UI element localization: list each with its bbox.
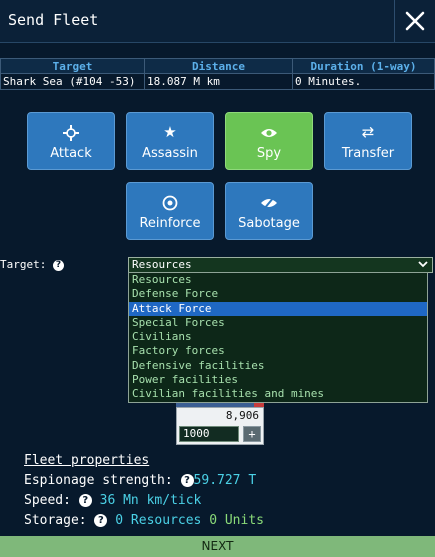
target-info-table: Target Distance Duration (1-way) Shark S… (0, 58, 435, 90)
dropdown-option[interactable]: Power facilities (129, 373, 427, 387)
transfer-label: Transfer (341, 146, 395, 161)
eye-icon (226, 121, 312, 143)
distance-cell: 18.087 M km (144, 73, 293, 90)
table-header-row: Target Distance Duration (1-way) (0, 58, 435, 74)
help-icon[interactable]: ? (180, 474, 194, 487)
target-select-label: Target: ? (0, 257, 64, 273)
storage-resources: 0 Resources (115, 513, 202, 528)
page-title: Send Fleet (8, 11, 99, 29)
attack-label: Attack (50, 146, 92, 161)
column-header-target: Target (0, 58, 145, 74)
speed-row: Speed: ? 36 Mn km/tick (24, 493, 201, 508)
duration-cell: 0 Minutes. (292, 73, 435, 90)
fleet-properties-title: Fleet properties (24, 453, 150, 468)
column-header-duration: Duration (1-way) (292, 58, 435, 74)
dropdown-option[interactable]: Civilian facilities and mines (129, 387, 427, 401)
dropdown-option[interactable]: Defensive facilities (129, 359, 427, 373)
reinforce-label: Reinforce (139, 216, 201, 231)
assassin-label: Assassin (142, 146, 198, 161)
storage-units: 0 Units (209, 513, 264, 528)
header-bar: Send Fleet (0, 0, 435, 43)
speed-label: Speed: (24, 493, 71, 508)
column-header-distance: Distance (144, 58, 293, 74)
spy-label: Spy (256, 146, 282, 161)
attack-button[interactable]: Attack (27, 112, 115, 170)
espionage-value: 59.727 T (193, 473, 257, 488)
close-icon (405, 11, 425, 31)
assassin-button[interactable]: ★ Assassin (126, 112, 214, 170)
available-count: 8,906 (225, 409, 259, 422)
dropdown-option[interactable]: Defense Force (129, 287, 427, 301)
help-icon[interactable]: ? (52, 259, 64, 271)
espionage-label: Espionage strength: (24, 473, 173, 488)
chevron-down-icon (418, 258, 428, 272)
dropdown-option[interactable]: Civilians (129, 330, 427, 344)
espionage-row: Espionage strength: ? 59.727 T (24, 473, 256, 488)
target-dropdown-list: Resources Defense Force Attack Force Spe… (128, 272, 428, 403)
sabotage-icon (226, 191, 312, 213)
shield-icon (127, 191, 213, 213)
target-select[interactable]: Resources (128, 257, 433, 273)
target-cell: Shark Sea (#104 -53) (0, 73, 145, 90)
dropdown-option[interactable]: Special Forces (129, 316, 427, 330)
target-select-value: Resources (132, 258, 192, 271)
dropdown-option-highlighted[interactable]: Attack Force (129, 301, 427, 316)
reinforce-button[interactable]: Reinforce (126, 182, 214, 240)
next-button[interactable]: NEXT (0, 536, 435, 557)
storage-row: Storage: ? 0 Resources 0 Units (24, 513, 264, 528)
table-row: Shark Sea (#104 -53) 18.087 M km 0 Minut… (0, 73, 435, 90)
transfer-button[interactable]: ⇄ Transfer (324, 112, 412, 170)
spy-button[interactable]: Spy (225, 112, 313, 170)
unit-amount-panel: 8,906 1000 + (176, 407, 264, 445)
target-select-row: Target: ? Resources (0, 257, 433, 273)
speed-value: 36 Mn km/tick (99, 493, 202, 508)
star-icon: ★ (163, 123, 177, 141)
close-button[interactable] (394, 0, 435, 42)
sabotage-button[interactable]: Sabotage (225, 182, 313, 240)
sabotage-label: Sabotage (238, 216, 300, 231)
dropdown-option[interactable]: Factory forces (129, 344, 427, 358)
plus-button[interactable]: + (243, 426, 261, 442)
target-label-text: Target: (0, 258, 47, 271)
crosshair-icon (28, 121, 114, 143)
storage-label: Storage: (24, 513, 87, 528)
swap-arrows-icon: ⇄ (361, 123, 375, 141)
quantity-input[interactable]: 1000 (179, 426, 239, 442)
dropdown-option[interactable]: Resources (129, 273, 427, 287)
help-icon[interactable]: ? (78, 494, 92, 507)
help-icon[interactable]: ? (94, 514, 108, 527)
